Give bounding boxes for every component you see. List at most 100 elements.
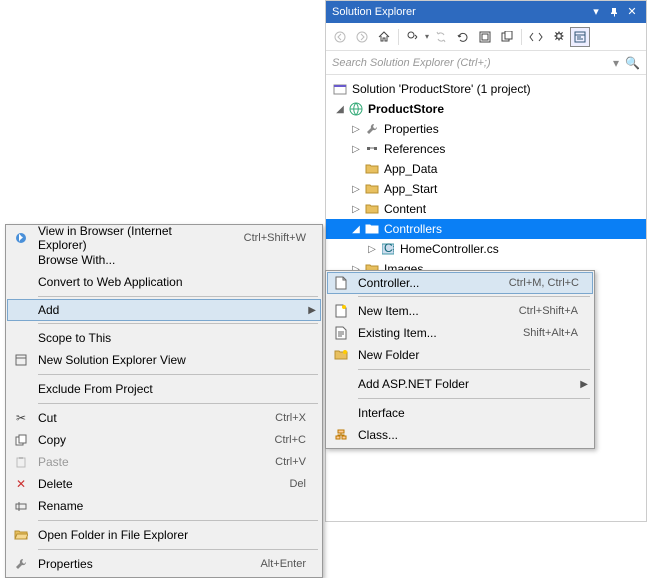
solution-icon	[332, 81, 348, 97]
menu-label: View in Browser (Internet Explorer)	[34, 224, 214, 252]
tree-node[interactable]: ▷ App_Start	[326, 179, 646, 199]
expander-icon[interactable]: ◢	[350, 224, 362, 235]
cut-item[interactable]: ✂ Cut Ctrl+X	[8, 407, 320, 429]
convert-to-web-item[interactable]: Convert to Web Application	[8, 271, 320, 293]
code-icon[interactable]	[526, 27, 546, 47]
menu-separator	[38, 323, 318, 324]
search-dropdown-icon[interactable]: ▾	[613, 56, 619, 70]
csharp-icon: C#	[380, 241, 396, 257]
dropdown-button[interactable]: ▾	[588, 4, 604, 20]
solution-node[interactable]: Solution 'ProductStore' (1 project)	[326, 79, 646, 99]
add-aspnet-folder-item[interactable]: Add ASP.NET Folder ▶	[328, 373, 592, 395]
properties-icon[interactable]	[548, 27, 568, 47]
panel-titlebar: Solution Explorer ▾ ✕	[326, 1, 646, 23]
menu-separator	[38, 296, 318, 297]
expander-icon[interactable]: ▷	[350, 144, 362, 155]
new-folder-item[interactable]: New Folder	[328, 344, 592, 366]
menu-label: Browse With...	[34, 253, 306, 267]
menu-shortcut: Ctrl+X	[275, 412, 306, 424]
menu-label: Paste	[34, 455, 245, 469]
close-icon[interactable]: ✕	[624, 4, 640, 20]
controllers-node[interactable]: ◢ Controllers	[326, 219, 646, 239]
node-label: Content	[384, 202, 426, 216]
collapse-icon[interactable]	[475, 27, 495, 47]
pin-icon[interactable]	[606, 4, 622, 20]
menu-label: New Solution Explorer View	[34, 353, 306, 367]
node-label: References	[384, 142, 445, 156]
home-icon[interactable]	[374, 27, 394, 47]
submenu-arrow-icon: ▶	[580, 379, 588, 390]
menu-separator	[358, 296, 590, 297]
folder-icon	[364, 201, 380, 217]
node-label: App_Start	[384, 182, 437, 196]
browser-icon	[8, 231, 34, 245]
wrench-icon	[364, 121, 380, 137]
add-item[interactable]: Add ▶	[7, 299, 321, 321]
menu-label: Add ASP.NET Folder	[354, 377, 578, 391]
tree-node[interactable]: App_Data	[326, 159, 646, 179]
node-label: Controllers	[384, 222, 442, 236]
copy-item[interactable]: Copy Ctrl+C	[8, 429, 320, 451]
refresh2-icon[interactable]	[453, 27, 473, 47]
forward-icon[interactable]	[352, 27, 372, 47]
preview-icon[interactable]	[570, 27, 590, 47]
cut-icon: ✂	[8, 411, 34, 425]
menu-label: Convert to Web Application	[34, 275, 306, 289]
open-folder-item[interactable]: Open Folder in File Explorer	[8, 524, 320, 546]
menu-label: Rename	[34, 499, 306, 513]
menu-separator	[38, 374, 318, 375]
menu-shortcut: Ctrl+Shift+W	[244, 232, 306, 244]
menu-separator	[38, 403, 318, 404]
dropdown-caret[interactable]: ▾	[425, 32, 429, 41]
exclude-item[interactable]: Exclude From Project	[8, 378, 320, 400]
class-icon	[328, 429, 354, 441]
search-icon[interactable]: 🔍	[625, 56, 640, 70]
tree-node[interactable]: ▷ Properties	[326, 119, 646, 139]
panel-title: Solution Explorer	[332, 1, 586, 23]
rename-item[interactable]: Rename	[8, 495, 320, 517]
browse-with-item[interactable]: Browse With...	[8, 249, 320, 271]
new-item-item[interactable]: New Item... Ctrl+Shift+A	[328, 300, 592, 322]
rename-icon	[8, 500, 34, 512]
expander-icon[interactable]: ▷	[350, 184, 362, 195]
delete-icon: ✕	[8, 477, 34, 491]
scope-to-this-item[interactable]: Scope to This	[8, 327, 320, 349]
showall-icon[interactable]	[497, 27, 517, 47]
menu-separator	[38, 549, 318, 550]
node-label: Solution 'ProductStore' (1 project)	[352, 82, 531, 96]
menu-label: Cut	[34, 411, 245, 425]
refresh-icon[interactable]	[431, 27, 451, 47]
expander-icon[interactable]: ◢	[334, 104, 346, 115]
copy-icon	[8, 434, 34, 446]
search-box[interactable]: Search Solution Explorer (Ctrl+;) ▾ 🔍	[326, 51, 646, 75]
controller-item[interactable]: Controller... Ctrl+M, Ctrl+C	[327, 272, 593, 294]
expander-icon[interactable]: ▷	[350, 204, 362, 215]
new-folder-icon	[328, 349, 354, 361]
existing-item-item[interactable]: Existing Item... Shift+Alt+A	[328, 322, 592, 344]
tree-node[interactable]: ▷ Content	[326, 199, 646, 219]
menu-shortcut: Alt+Enter	[260, 558, 306, 570]
expander-icon[interactable]: ▷	[366, 244, 378, 255]
menu-label: Interface	[354, 406, 578, 420]
node-label: HomeController.cs	[400, 242, 499, 256]
wrench-icon	[8, 558, 34, 570]
interface-item[interactable]: Interface	[328, 402, 592, 424]
menu-label: Scope to This	[34, 331, 306, 345]
view-in-browser-item[interactable]: View in Browser (Internet Explorer) Ctrl…	[8, 227, 320, 249]
project-node[interactable]: ◢ ProductStore	[326, 99, 646, 119]
search-placeholder: Search Solution Explorer (Ctrl+;)	[332, 57, 613, 69]
svg-text:C#: C#	[384, 243, 394, 255]
new-solution-explorer-item[interactable]: New Solution Explorer View	[8, 349, 320, 371]
menu-shortcut: Shift+Alt+A	[523, 327, 578, 339]
menu-separator	[358, 369, 590, 370]
delete-item[interactable]: ✕ Delete Del	[8, 473, 320, 495]
expander-icon[interactable]: ▷	[350, 124, 362, 135]
menu-separator	[38, 520, 318, 521]
properties-item[interactable]: Properties Alt+Enter	[8, 553, 320, 575]
menu-label: Class...	[354, 428, 578, 442]
class-item[interactable]: Class...	[328, 424, 592, 446]
tree-node[interactable]: ▷ References	[326, 139, 646, 159]
tree-node[interactable]: ▷ C# HomeController.cs	[326, 239, 646, 259]
sync-icon[interactable]	[403, 27, 423, 47]
back-icon[interactable]	[330, 27, 350, 47]
